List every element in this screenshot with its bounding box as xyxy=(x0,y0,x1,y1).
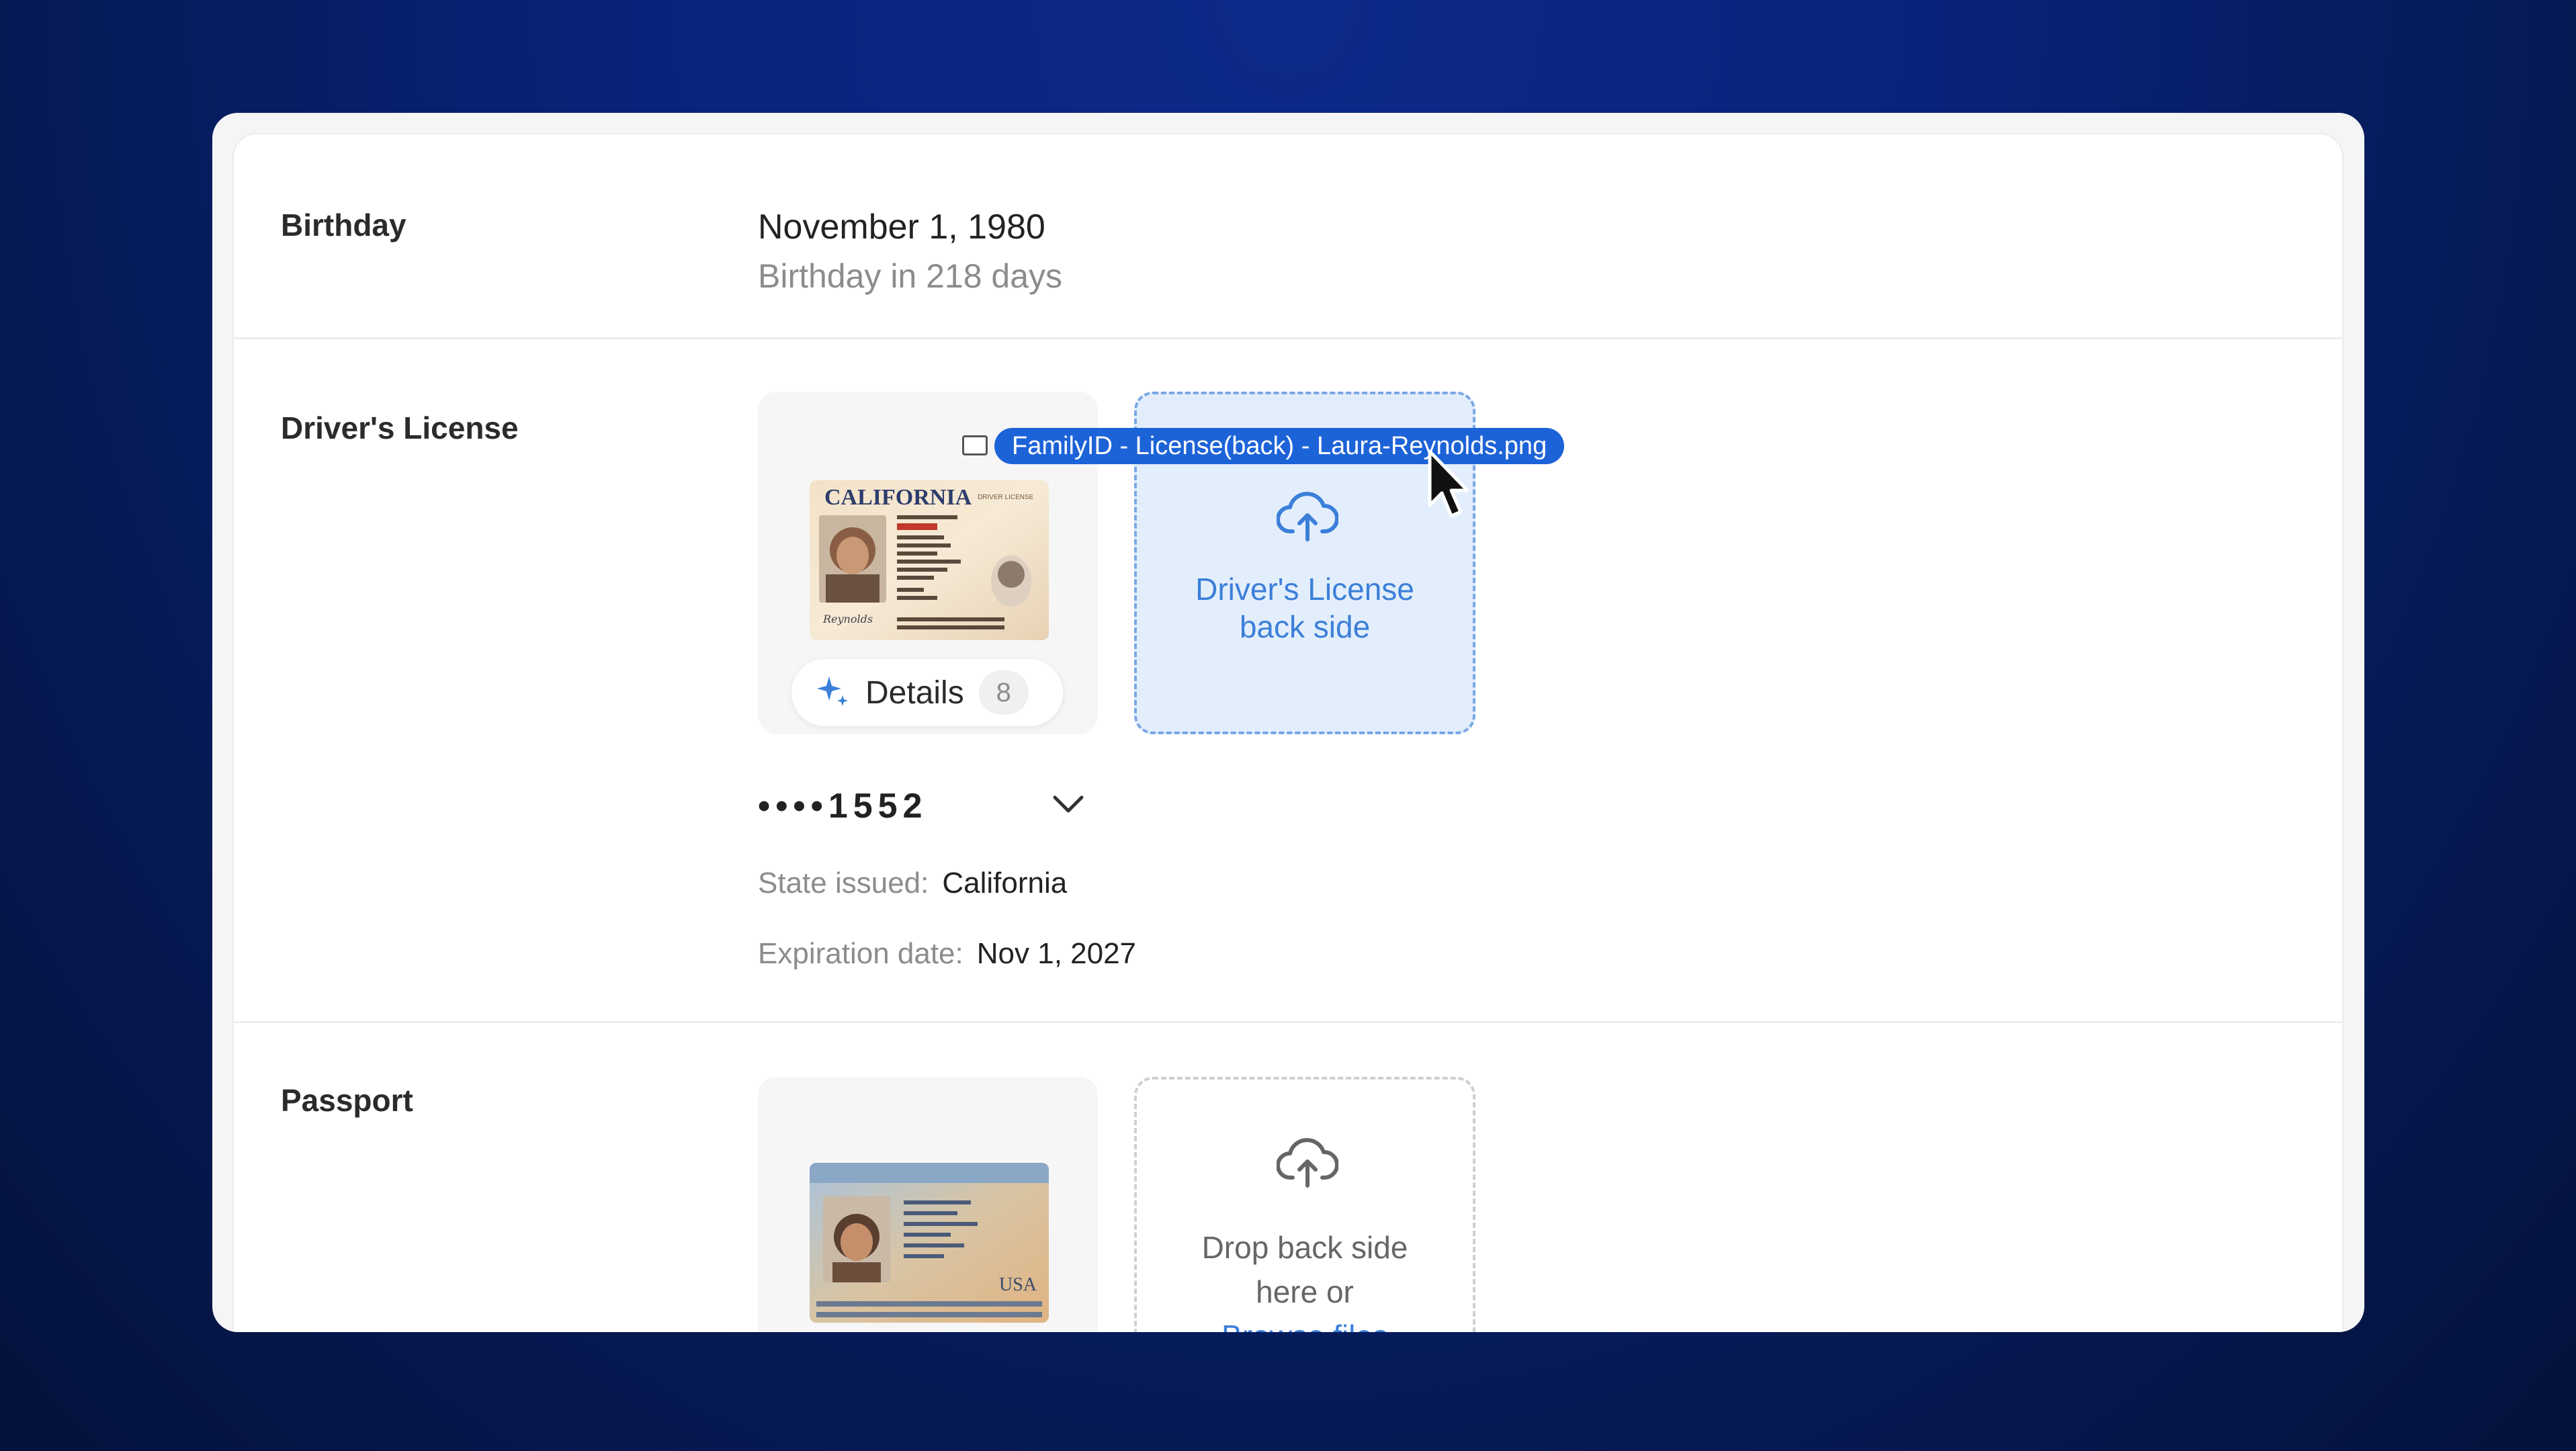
passport-section: Passport USA Drop back side here or xyxy=(234,1023,2342,1332)
expiration-row: Expiration date: Nov 1, 2027 xyxy=(758,937,1136,971)
passport-front-tile[interactable]: USA xyxy=(758,1077,1098,1332)
details-count-badge: 8 xyxy=(978,670,1029,715)
upload-cloud-icon xyxy=(1276,1135,1340,1192)
license-details-button[interactable]: Details 8 xyxy=(791,659,1063,726)
license-state-text: CALIFORNIA xyxy=(824,485,972,510)
passport-front-image[interactable]: USA xyxy=(810,1163,1049,1323)
state-issued-label: State issued: xyxy=(758,867,929,899)
passport-drop-line2: here or xyxy=(1256,1274,1354,1309)
dragged-file-chip: FamilyID - License(back) - Laura-Reynold… xyxy=(994,428,1565,464)
license-subtitle-text: DRIVER LICENSE xyxy=(978,494,1034,501)
file-icon xyxy=(962,435,988,455)
birthday-content: November 1, 1980 Birthday in 218 days xyxy=(758,207,1062,296)
svg-text:Reynolds: Reynolds xyxy=(822,613,873,625)
upload-cloud-icon xyxy=(1276,488,1340,545)
birthday-section: Birthday November 1, 1980 Birthday in 21… xyxy=(234,134,2342,339)
license-masked-number: ••••1552 xyxy=(758,787,928,826)
details-label: Details xyxy=(865,674,964,711)
drop-zone-line2: back side xyxy=(1239,609,1371,644)
chevron-down-icon[interactable] xyxy=(1049,791,1087,821)
drop-zone-line1: Driver's License xyxy=(1195,572,1414,607)
passport-label: Passport xyxy=(281,1083,413,1118)
state-issued-row: State issued: California xyxy=(758,867,1067,900)
license-front-image[interactable]: CALIFORNIA DRIVER LICENSE Reynolds xyxy=(810,480,1049,640)
state-issued-value: California xyxy=(942,867,1068,899)
sparkle-icon xyxy=(816,674,851,712)
expiration-value: Nov 1, 2027 xyxy=(976,937,1137,970)
drivers-license-label: Driver's License xyxy=(281,410,519,445)
birthday-label: Birthday xyxy=(281,208,406,243)
passport-back-drop-zone[interactable]: Drop back side here or Browse files xyxy=(1134,1077,1475,1332)
passport-country-mark: USA xyxy=(999,1274,1037,1295)
birthday-countdown: Birthday in 218 days xyxy=(758,257,1063,295)
browse-files-link[interactable]: Browse files xyxy=(1137,1317,1473,1332)
mouse-cursor-icon xyxy=(1426,449,1473,523)
profile-card: Birthday November 1, 1980 Birthday in 21… xyxy=(232,133,2344,1332)
app-window: Birthday November 1, 1980 Birthday in 21… xyxy=(212,113,2364,1332)
expiration-label: Expiration date: xyxy=(758,937,963,970)
passport-drop-line1: Drop back side xyxy=(1201,1230,1408,1265)
birthday-date: November 1, 1980 xyxy=(758,208,1045,247)
